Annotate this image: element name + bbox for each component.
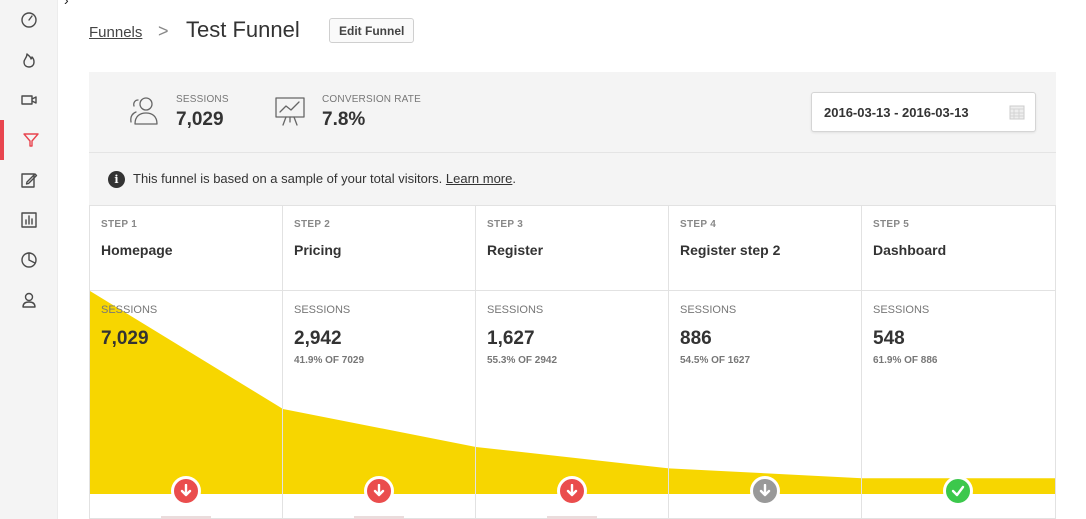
arrow-down-icon [759,484,771,497]
step-number: STEP 2 [294,219,331,230]
presentation-chart-icon [274,95,306,132]
sidebar-item-surveys[interactable] [0,240,58,280]
funnel-step-5: STEP 5 Dashboard SESSIONS 548 61.9% OF 8… [862,206,1055,519]
learn-more-link[interactable]: Learn more [446,171,512,186]
sessions-stat-label: SESSIONS [176,94,229,105]
step-1-dropoff-button[interactable] [171,476,201,506]
funnel-step-4: STEP 4 Register step 2 SESSIONS 886 54.5… [669,206,862,519]
arrow-down-icon [180,484,192,497]
step-sessions-value: 886 [680,328,712,349]
step-4-dropoff-button[interactable] [750,476,780,506]
date-range-value: 2016-03-13 - 2016-03-13 [824,104,969,120]
page-title: Test Funnel [186,17,300,42]
arrow-down-icon [566,484,578,497]
flame-icon [23,53,35,68]
step-sessions-value: 7,029 [101,328,149,349]
video-icon [21,95,37,105]
panel-divider [89,152,1056,153]
step-header: STEP 5 Dashboard [862,206,1055,291]
pie-chart-icon [21,252,37,268]
dashboard-icon [21,12,37,28]
user-icon [22,292,36,308]
sidebar [0,0,58,519]
sample-notice-text: This funnel is based on a sample of your… [133,171,446,186]
step-sessions-percent: 41.9% OF 7029 [294,355,365,366]
step-number: STEP 3 [487,219,524,230]
step-number: STEP 1 [101,219,138,230]
sample-notice: This funnel is based on a sample of your… [133,171,516,186]
step-number: STEP 4 [680,219,717,230]
sidebar-item-funnels[interactable] [0,120,58,160]
collapse-sidebar-icon[interactable]: › [64,0,69,8]
sessions-stat-value: 7,029 [176,109,224,130]
sample-notice-suffix: . [512,171,516,186]
step-sessions-percent: 61.9% OF 886 [873,355,938,366]
sidebar-item-users[interactable] [0,280,58,320]
sidebar-item-recordings[interactable] [0,80,58,120]
sidebar-item-dashboard[interactable] [0,0,58,40]
step-header: STEP 3 Register [476,206,668,291]
step-header: STEP 1 Homepage [90,206,282,291]
calendar-icon [1009,105,1025,120]
step-3-dropoff-button[interactable] [557,476,587,506]
conversion-stat-label: CONVERSION RATE [322,94,421,105]
step-name: Pricing [294,242,342,258]
step-sessions-value: 548 [873,328,905,349]
arrow-down-icon [373,484,385,497]
step-header: STEP 4 Register step 2 [669,206,861,291]
step-sessions-percent: 54.5% OF 1627 [680,355,751,366]
step-sessions-value: 2,942 [294,328,342,349]
sidebar-item-heatmaps[interactable] [0,40,58,80]
step-sessions-label: SESSIONS [294,304,351,316]
step-sessions-label: SESSIONS [487,304,544,316]
step-name: Homepage [101,242,173,258]
users-icon [127,94,161,133]
step-sessions-value: 1,627 [487,328,535,349]
edit-icon [21,173,38,188]
funnel-step-3: STEP 3 Register SESSIONS 1,627 55.3% OF … [476,206,669,519]
step-sessions-percent: 55.3% OF 2942 [487,355,558,366]
step-number: STEP 5 [873,219,910,230]
step-sessions-label: SESSIONS [873,304,930,316]
step-name: Register [487,242,544,258]
step-name: Dashboard [873,242,947,258]
breadcrumb-separator-icon: > [158,21,169,41]
info-icon: i [108,171,125,188]
step-header: STEP 2 Pricing [283,206,475,291]
funnel-steps-table: STEP 1 Homepage SESSIONS 7,029 STEP 2 Pr… [89,205,1056,519]
step-2-dropoff-button[interactable] [364,476,394,506]
step-sessions-label: SESSIONS [680,304,737,316]
edit-funnel-button[interactable]: Edit Funnel [329,18,415,43]
sidebar-item-forms[interactable] [0,160,58,200]
conversion-stat-value: 7.8% [322,109,366,130]
step-name: Register step 2 [680,242,781,258]
breadcrumb-funnels-link[interactable]: Funnels [89,24,142,41]
step-5-complete-button[interactable] [943,476,973,506]
funnel-panel: SESSIONS 7,029 CONVERSION RATE 7.8% 2016… [89,72,1056,519]
funnel-step-1: STEP 1 Homepage SESSIONS 7,029 [90,206,283,519]
bar-chart-icon [21,212,37,228]
date-range-picker[interactable]: 2016-03-13 - 2016-03-13 [811,92,1036,132]
checkmark-icon [951,485,965,497]
funnel-step-2: STEP 2 Pricing SESSIONS 2,942 41.9% OF 7… [283,206,476,519]
step-sessions-label: SESSIONS [101,304,158,316]
funnel-icon [23,133,39,147]
sidebar-item-polls[interactable] [0,200,58,240]
